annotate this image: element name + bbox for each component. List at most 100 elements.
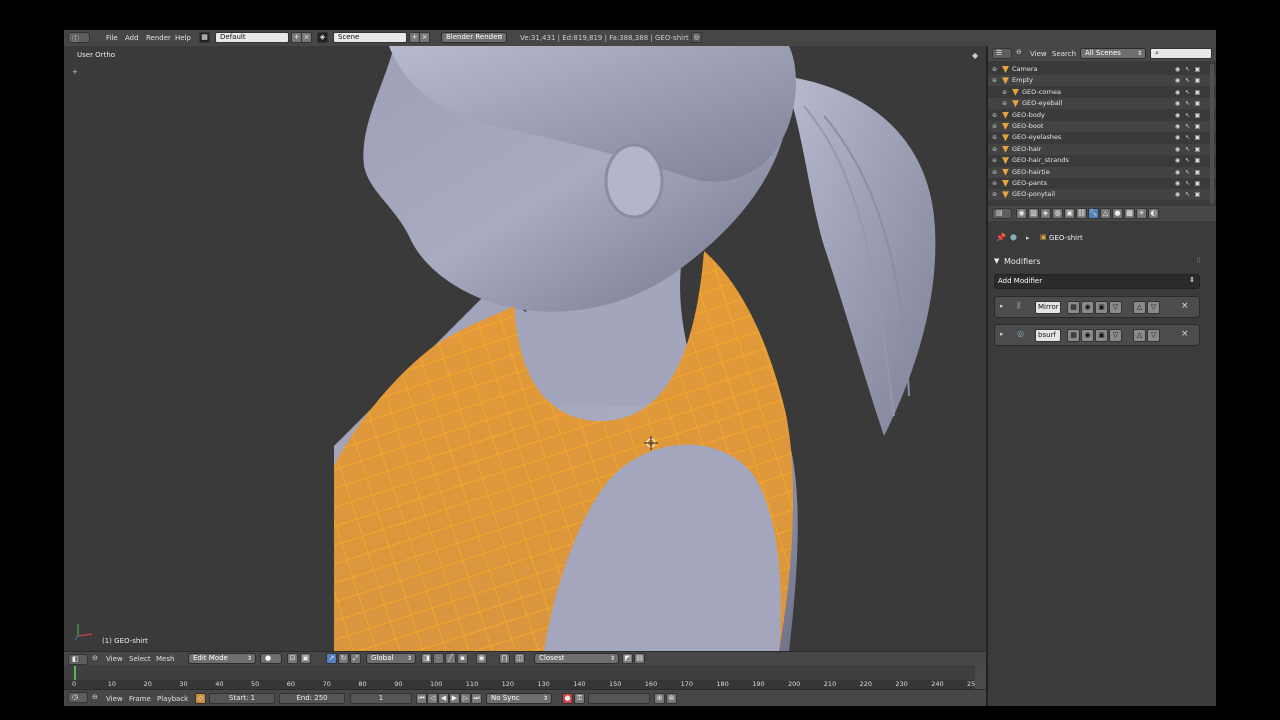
move-down-icon[interactable]: ▽: [1147, 301, 1160, 314]
collapse-icon[interactable]: ⊖: [1016, 48, 1022, 56]
eye-icon[interactable]: ◉: [1174, 123, 1181, 130]
edit-mode-toggle-icon[interactable]: ▦: [1067, 301, 1080, 314]
camera-icon[interactable]: ▤: [634, 653, 645, 664]
expand-icon[interactable]: ⊕: [992, 178, 997, 189]
screen-layout-icon[interactable]: ▦: [199, 32, 210, 43]
manipulator-toggle-icon[interactable]: ▣: [300, 653, 311, 664]
panel-collapse-icon[interactable]: ▼: [994, 257, 999, 265]
render-toggle-icon[interactable]: ▣: [1095, 329, 1108, 342]
keyframe-icon[interactable]: ◇: [195, 693, 206, 704]
insert-keyframe-icon[interactable]: ⊕: [654, 693, 665, 704]
menu-view[interactable]: View: [106, 655, 123, 663]
translate-icon[interactable]: ↗: [326, 653, 337, 664]
screen-layout-field[interactable]: Default: [215, 32, 289, 43]
camera-icon[interactable]: ▣: [1194, 77, 1201, 84]
add-modifier-dropdown[interactable]: Add Modifier ⇕: [994, 274, 1200, 289]
scale-icon[interactable]: ⤢: [350, 653, 361, 664]
cursor-icon[interactable]: ↖: [1184, 112, 1191, 119]
keying-set-field[interactable]: [588, 693, 650, 704]
timeline-editor[interactable]: 0 10 20 30 40 50 60 70 80 90 100 110 120 130 140 150 160…: [64, 665, 986, 689]
close-icon[interactable]: ×: [1181, 329, 1189, 339]
cursor-icon[interactable]: ↖: [1184, 77, 1191, 84]
playhead-marker[interactable]: [74, 666, 76, 681]
display-mode-dropdown[interactable]: All Scenes ⇕: [1080, 48, 1146, 59]
eye-icon[interactable]: ◉: [1174, 146, 1181, 153]
orientation-dropdown[interactable]: Global ⇕: [366, 653, 416, 664]
menu-frame[interactable]: Frame: [129, 695, 151, 703]
modifiers-tab-icon[interactable]: 🔧: [1088, 208, 1099, 219]
eye-icon[interactable]: ◉: [1174, 191, 1181, 198]
menu-view[interactable]: View: [106, 695, 123, 703]
camera-icon[interactable]: ▣: [1194, 146, 1201, 153]
camera-icon[interactable]: ▣: [1194, 100, 1201, 107]
expand-icon[interactable]: ⊕: [1002, 98, 1007, 109]
cursor-icon[interactable]: ↖: [1184, 169, 1191, 176]
menu-mesh[interactable]: Mesh: [156, 655, 174, 663]
cursor-icon[interactable]: ↖: [1184, 157, 1191, 164]
cursor-icon[interactable]: ↖: [1184, 123, 1191, 130]
eye-icon[interactable]: ◉: [1174, 169, 1181, 176]
eye-icon[interactable]: ◉: [1174, 100, 1181, 107]
eye-icon[interactable]: ◉: [1174, 134, 1181, 141]
cage-toggle-icon[interactable]: ▽: [1109, 301, 1122, 314]
camera-icon[interactable]: ▣: [1194, 66, 1201, 73]
editor-type-button[interactable]: ◧: [68, 654, 88, 665]
sync-dropdown[interactable]: No Sync ⇕: [486, 693, 552, 704]
shading-dropdown[interactable]: ●: [260, 653, 282, 664]
eye-icon[interactable]: ◉: [1174, 89, 1181, 96]
record-icon[interactable]: ●: [562, 693, 573, 704]
outliner-item[interactable]: ⊕ GEO-eyeball ◉ ↖ ▣: [988, 98, 1216, 110]
jump-end-icon[interactable]: ⏭: [471, 693, 482, 704]
snap-element-icon[interactable]: ◫: [514, 653, 525, 664]
collapse-icon[interactable]: ⊖: [92, 693, 98, 701]
cursor-icon[interactable]: ↖: [1184, 100, 1191, 107]
render-tab-icon[interactable]: ◉: [1016, 208, 1027, 219]
prev-keyframe-icon[interactable]: ◁: [427, 693, 438, 704]
scrollbar[interactable]: [975, 665, 986, 689]
outliner-item[interactable]: ⊕ GEO-eyelashes ◉ ↖ ▣: [988, 132, 1216, 143]
menu-search[interactable]: Search: [1052, 50, 1076, 58]
expand-icon[interactable]: ⊕: [992, 155, 997, 166]
eye-icon[interactable]: ◉: [1174, 180, 1181, 187]
camera-icon[interactable]: ▣: [1194, 123, 1201, 130]
texture-tab-icon[interactable]: ▩: [1124, 208, 1135, 219]
jump-start-icon[interactable]: ⏮: [416, 693, 427, 704]
expand-icon[interactable]: ⊕: [992, 132, 997, 143]
vertex-select-icon[interactable]: ·: [433, 653, 444, 664]
render-toggle-icon[interactable]: ▣: [1095, 301, 1108, 314]
rotate-icon[interactable]: ↻: [338, 653, 349, 664]
edit-mode-toggle-icon[interactable]: ▦: [1067, 329, 1080, 342]
outliner-item[interactable]: ⊕ GEO-hair ◉ ↖ ▣: [988, 143, 1216, 155]
camera-icon[interactable]: ▣: [1194, 169, 1201, 176]
expand-icon[interactable]: ⊕: [992, 75, 997, 86]
expand-icon[interactable]: ⊕: [992, 189, 997, 200]
menu-playback[interactable]: Playback: [157, 695, 188, 703]
expand-icon[interactable]: ▸: [1000, 330, 1004, 338]
cursor-icon[interactable]: ↖: [1184, 66, 1191, 73]
scene-tab-icon[interactable]: ◈: [1040, 208, 1051, 219]
eye-icon[interactable]: ◉: [1174, 112, 1181, 119]
world-tab-icon[interactable]: ◍: [1052, 208, 1063, 219]
end-frame-field[interactable]: End: 250: [279, 693, 345, 704]
modifier-name-field[interactable]: bsurf: [1035, 329, 1061, 342]
outliner-item[interactable]: ⊕ GEO-body ◉ ↖ ▣: [988, 110, 1216, 121]
expand-icon[interactable]: ⊕: [992, 64, 997, 75]
menu-select[interactable]: Select: [129, 655, 151, 663]
physics-tab-icon[interactable]: ◐: [1148, 208, 1159, 219]
menu-file[interactable]: File: [106, 34, 118, 42]
cursor-icon[interactable]: ↖: [1184, 180, 1191, 187]
outliner-item[interactable]: ⊕ Empty ◉ ↖ ▣: [988, 75, 1216, 87]
expand-icon[interactable]: ⊕: [992, 121, 997, 132]
remove-scene-icon[interactable]: ×: [419, 32, 430, 43]
material-tab-icon[interactable]: ●: [1112, 208, 1123, 219]
menu-render[interactable]: Render: [146, 34, 171, 42]
menu-add[interactable]: Add: [125, 34, 139, 42]
remove-layout-icon[interactable]: ×: [301, 32, 312, 43]
object-tab-icon[interactable]: ▣: [1064, 208, 1075, 219]
data-tab-icon[interactable]: △: [1100, 208, 1111, 219]
keying-set-icon[interactable]: ⚿: [574, 693, 585, 704]
outliner-item[interactable]: ⊕ GEO-cornea ◉ ↖ ▣: [988, 87, 1216, 98]
visibility-toggle-icon[interactable]: ◉: [1081, 329, 1094, 342]
expand-icon[interactable]: ⊕: [1002, 87, 1007, 98]
visibility-toggle-icon[interactable]: ◉: [1081, 301, 1094, 314]
